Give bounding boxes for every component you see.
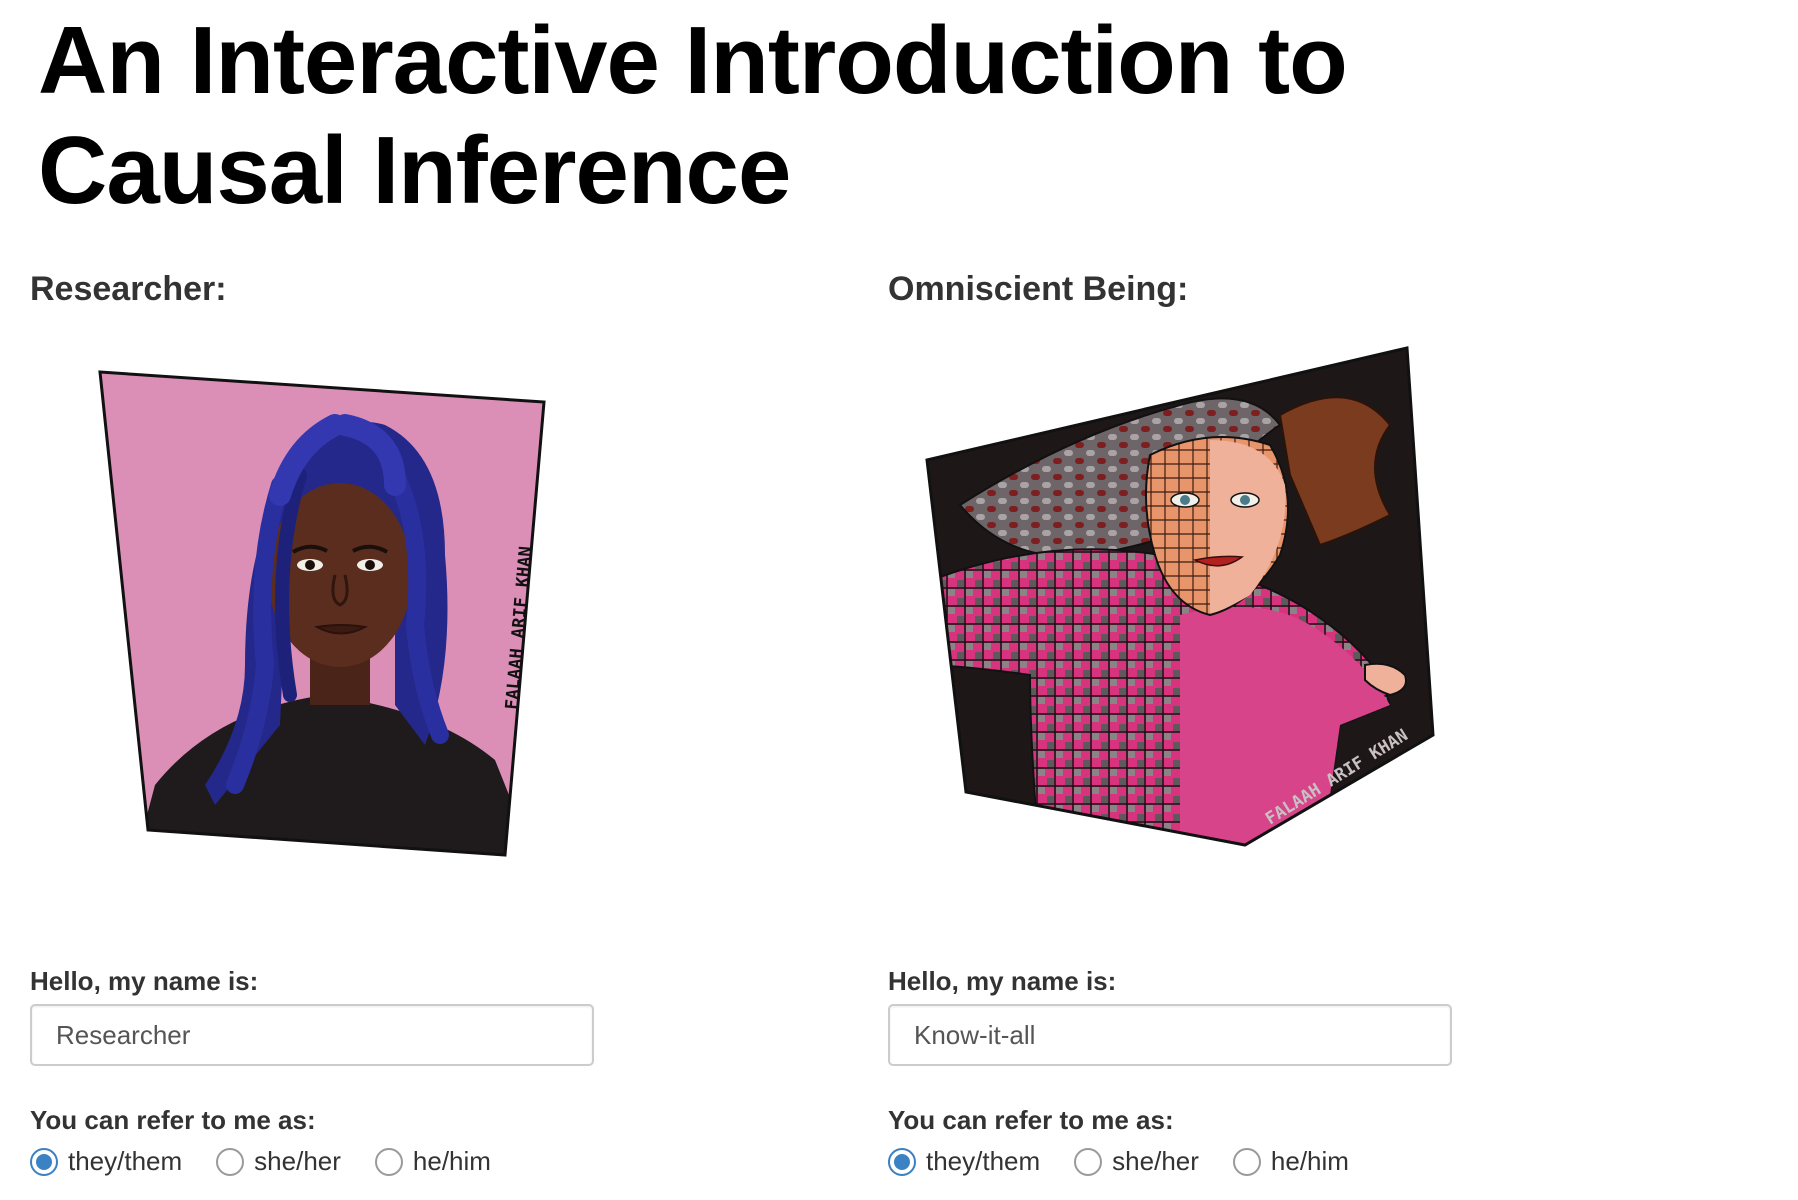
radio-unchecked-icon[interactable] — [1074, 1147, 1103, 1176]
radio-checked-icon[interactable] — [888, 1147, 916, 1176]
researcher-panel: Researcher: — [30, 270, 730, 314]
radio-label: he/him — [1270, 1146, 1349, 1176]
radio-checked-icon[interactable] — [30, 1147, 58, 1176]
researcher-pronoun-she[interactable]: she/her — [216, 1146, 341, 1177]
omniscient-name-label: Hello, my name is: — [888, 966, 1117, 996]
radio-label: they/them — [68, 1146, 183, 1176]
page-title: An Interactive Introduction to Causal In… — [38, 7, 1348, 224]
omniscient-pronoun-she[interactable]: she/her — [1074, 1146, 1199, 1177]
researcher-pronoun-they[interactable]: they/them — [30, 1146, 182, 1177]
radio-unchecked-icon[interactable] — [1232, 1147, 1261, 1176]
radio-unchecked-icon[interactable] — [216, 1147, 245, 1176]
researcher-role-label: Researcher: — [30, 270, 227, 308]
researcher-name-label: Hello, my name is: — [30, 966, 259, 996]
researcher-portrait: FALAAH ARIF KHAN — [98, 370, 546, 857]
omniscient-name-input[interactable] — [888, 1004, 1452, 1066]
radio-label: she/her — [254, 1146, 341, 1176]
radio-label: she/her — [1112, 1146, 1199, 1176]
researcher-pronoun-he[interactable]: he/him — [374, 1146, 491, 1177]
radio-label: he/him — [412, 1146, 491, 1176]
omniscient-panel: Omniscient Being: — [888, 270, 1588, 314]
researcher-pronoun-group: they/them she/her he/him — [30, 1146, 491, 1177]
omniscient-pronoun-they[interactable]: they/them — [888, 1146, 1040, 1177]
radio-unchecked-icon[interactable] — [374, 1147, 403, 1176]
omniscient-pronoun-label: You can refer to me as: — [888, 1105, 1174, 1135]
researcher-pronoun-label: You can refer to me as: — [30, 1105, 316, 1135]
omniscient-portrait: FALAAH ARIF KHAN — [925, 346, 1435, 847]
omniscient-pronoun-he[interactable]: he/him — [1232, 1146, 1349, 1177]
researcher-name-input[interactable] — [30, 1004, 594, 1066]
radio-label: they/them — [926, 1146, 1041, 1176]
omniscient-pronoun-group: they/them she/her he/him — [888, 1146, 1349, 1177]
omniscient-role-label: Omniscient Being: — [888, 270, 1189, 308]
